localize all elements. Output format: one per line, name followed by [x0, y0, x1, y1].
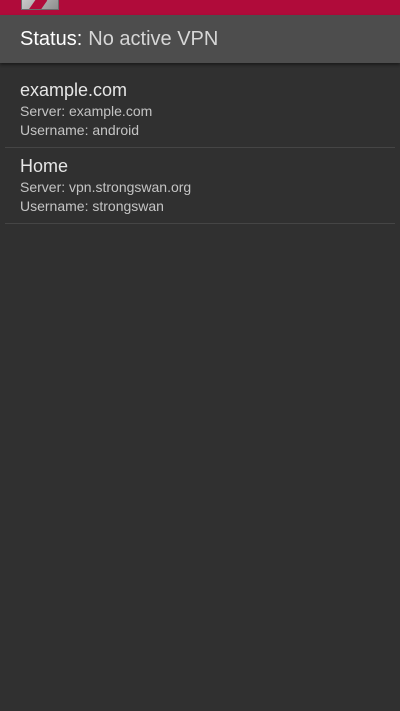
app-window: Status: No active VPN example.com Server… — [0, 0, 400, 711]
profile-username: Username: strongswan — [20, 198, 164, 214]
vpn-profile-example-com[interactable]: example.com Server: example.com Username… — [0, 72, 400, 148]
action-bar — [0, 0, 400, 15]
list-divider — [5, 223, 395, 224]
profile-name: Home — [20, 156, 69, 176]
profile-server: Server: vpn.strongswan.org — [20, 179, 192, 195]
vpn-profile-home[interactable]: Home Server: vpn.strongswan.org Username… — [0, 148, 400, 224]
profile-username: Username: android — [20, 122, 140, 138]
status-value: No active VPN — [88, 27, 219, 50]
vpn-profile-list: example.com Server: example.com Username… — [0, 72, 400, 224]
app-icon-slash — [28, 0, 48, 9]
strongswan-app-icon[interactable] — [21, 0, 59, 10]
status-label: Status: — [20, 27, 83, 50]
vpn-status-bar: Status: No active VPN — [0, 15, 400, 63]
profile-server: Server: example.com — [20, 103, 153, 119]
profile-name: example.com — [20, 80, 128, 100]
